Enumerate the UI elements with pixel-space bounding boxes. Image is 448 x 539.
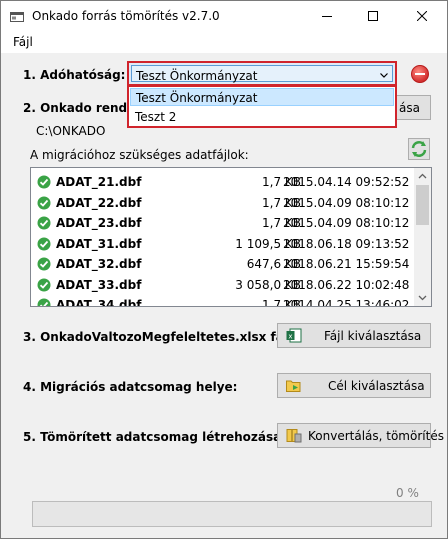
authority-option-label: Teszt 2 <box>135 110 177 124</box>
convert-compress-button-label: Konvertálás, tömörítés <box>308 429 444 443</box>
convert-compress-button[interactable]: Konvertálás, tömörítés <box>277 423 444 448</box>
table-row[interactable]: ADAT_31.dbf 1 109,5 KB 2018.06.18 09:13:52 <box>31 234 415 254</box>
window-title: Onkado forrás tömörítés v2.7.0 <box>32 9 220 23</box>
file-date: 2018.06.18 09:13:52 <box>283 236 410 251</box>
minimize-icon <box>322 16 332 17</box>
authority-combobox[interactable]: Teszt Önkormányzat <box>127 61 397 86</box>
scroll-up-button[interactable] <box>414 168 431 185</box>
authority-label: 1. Adóhatóság: <box>23 68 126 82</box>
authority-option-label: Teszt Önkormányzat <box>136 91 258 105</box>
authority-option-selected[interactable]: Teszt Önkormányzat <box>130 88 394 106</box>
file-name: ADAT_33.dbf <box>56 277 142 292</box>
onkado-path: C:\ONKADO <box>36 124 106 138</box>
app-window: Onkado forrás tömörítés v2.7.0 Fájl 1. A… <box>0 0 448 539</box>
file-name: ADAT_22.dbf <box>56 195 142 210</box>
table-row[interactable]: ADAT_21.dbf 1,7 KB 2015.04.14 09:52:52 <box>31 172 415 192</box>
table-row[interactable]: ADAT_22.dbf 1,7 KB 2015.04.09 08:10:12 <box>31 193 415 213</box>
authority-combobox-field: Teszt Önkormányzat <box>131 65 393 83</box>
progress-bar <box>32 501 432 527</box>
check-circle-icon <box>37 298 51 306</box>
main-content: 1. Adóhatóság: Teszt Önkormányzat Teszt … <box>1 53 447 538</box>
select-file-button[interactable]: x Fájl kiválasztása <box>277 323 431 348</box>
mapping-file-label: 3. OnkadoValtozoMegfeleltetes.xlsx fájl: <box>23 330 297 344</box>
remove-authority-button[interactable] <box>411 65 429 83</box>
scroll-down-button[interactable] <box>414 289 431 306</box>
maximize-icon <box>368 11 378 21</box>
minimize-button[interactable] <box>304 1 350 31</box>
file-date: 2015.04.14 09:52:52 <box>283 175 410 189</box>
onkado-folder-button-label: ása <box>399 101 420 115</box>
chevron-down-icon <box>418 295 427 301</box>
select-target-button[interactable]: Cél kiválasztása <box>277 373 431 398</box>
menu-bar: Fájl <box>1 31 447 53</box>
file-name: ADAT_34.dbf <box>56 298 142 307</box>
archive-icon <box>286 429 302 443</box>
select-target-button-label: Cél kiválasztása <box>328 379 425 393</box>
check-circle-icon <box>37 216 51 230</box>
scroll-thumb[interactable] <box>416 185 429 225</box>
data-files-label: A migrációhoz szükséges adatfájlok: <box>30 148 249 162</box>
authority-selected-value: Teszt Önkormányzat <box>136 69 258 83</box>
app-icon <box>10 12 24 22</box>
file-name: ADAT_31.dbf <box>56 236 142 251</box>
list-scrollbar[interactable] <box>414 168 431 306</box>
authority-dropdown-list: Teszt Önkormányzat Teszt 2 <box>127 85 397 128</box>
excel-file-icon: x <box>286 328 302 343</box>
maximize-button[interactable] <box>350 1 396 31</box>
data-files-list[interactable]: ADAT_21.dbf 1,7 KB 2015.04.14 09:52:52 ADAT… <box>30 167 432 307</box>
table-row[interactable]: ADAT_32.dbf 647,6 KB 2018.06.21 15:59:54 <box>31 254 415 274</box>
create-package-label: 5. Tömörített adatcsomag létrehozása <box>23 430 282 444</box>
refresh-icon <box>411 141 427 157</box>
file-name: ADAT_21.dbf <box>56 175 142 189</box>
check-circle-icon <box>37 237 51 250</box>
select-file-button-label: Fájl kiválasztása <box>324 329 422 343</box>
close-button[interactable] <box>396 1 447 31</box>
file-date: 2018.06.21 15:59:54 <box>283 257 410 271</box>
package-location-label: 4. Migrációs adatcsomag helye: <box>23 380 238 394</box>
close-icon <box>416 11 427 21</box>
refresh-button[interactable] <box>408 138 430 160</box>
file-date: 2015.04.09 08:10:12 <box>283 216 410 230</box>
file-date: 2018.06.22 10:02:48 <box>283 277 410 292</box>
table-row[interactable]: ADAT_34.dbf 1,7 KB 2014.04.25 13:46:02 <box>31 295 415 307</box>
chevron-down-icon <box>380 73 388 78</box>
authority-option[interactable]: Teszt 2 <box>130 108 394 126</box>
folder-arrow-icon <box>286 380 301 392</box>
check-circle-icon <box>37 257 51 271</box>
svg-text:x: x <box>288 333 292 341</box>
chevron-up-icon <box>418 173 427 179</box>
check-circle-icon <box>37 175 51 189</box>
title-bar[interactable]: Onkado forrás tömörítés v2.7.0 <box>1 1 447 31</box>
file-name: ADAT_23.dbf <box>56 216 142 230</box>
table-row[interactable]: ADAT_23.dbf 1,7 KB 2015.04.09 08:10:12 <box>31 213 415 233</box>
file-date: 2014.04.25 13:46:02 <box>283 298 410 307</box>
file-date: 2015.04.09 08:10:12 <box>283 195 410 210</box>
progress-percent: 0 % <box>396 486 419 500</box>
table-row[interactable]: ADAT_33.dbf 3 058,0 KB 2018.06.22 10:02:48 <box>31 275 415 295</box>
file-name: ADAT_32.dbf <box>56 257 142 271</box>
check-circle-icon <box>37 196 51 209</box>
menu-file[interactable]: Fájl <box>13 35 33 49</box>
check-circle-icon <box>37 278 51 291</box>
